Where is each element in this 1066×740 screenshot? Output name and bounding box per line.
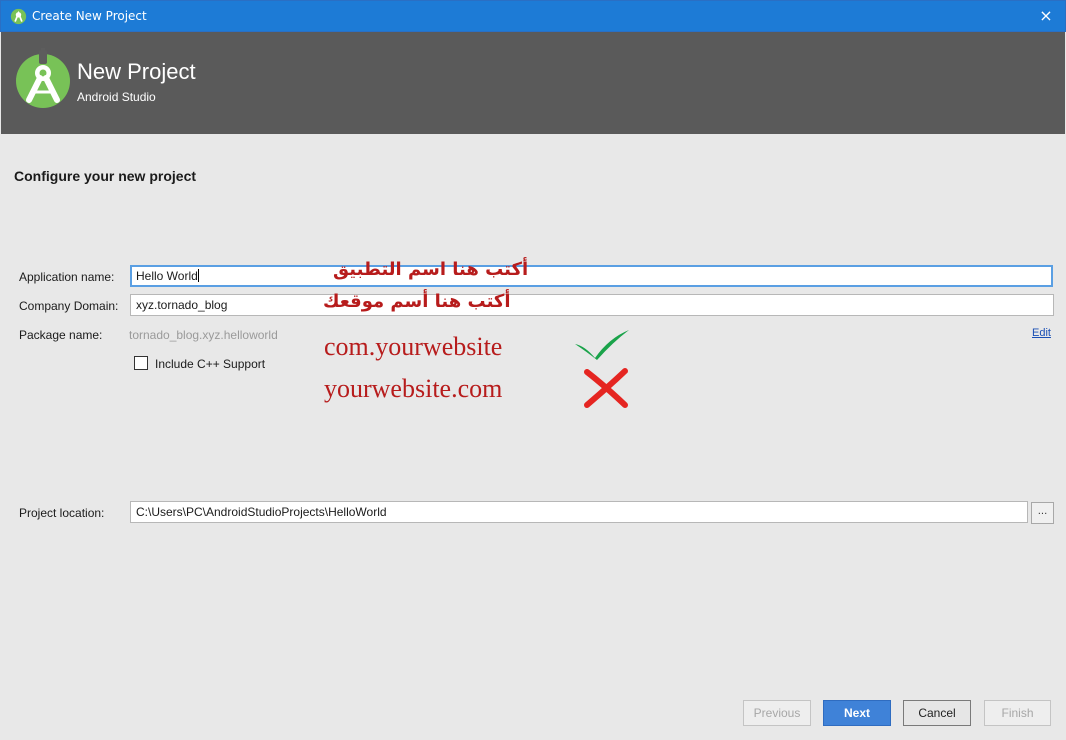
title-bar: Create New Project × (0, 0, 1066, 32)
project-location-value: C:\Users\PC\AndroidStudioProjects\HelloW… (136, 505, 387, 519)
close-icon[interactable]: × (1035, 5, 1057, 27)
cpp-support-checkbox[interactable] (134, 356, 148, 370)
company-domain-input[interactable]: xyz.tornado_blog (130, 294, 1054, 316)
project-location-input[interactable]: C:\Users\PC\AndroidStudioProjects\HelloW… (130, 501, 1028, 523)
browse-button[interactable]: ... (1031, 502, 1054, 524)
package-name-label: Package name: (19, 328, 103, 342)
cpp-support-label: Include C++ Support (155, 357, 266, 371)
check-mark-icon (575, 330, 629, 360)
cross-mark-icon (584, 368, 628, 408)
next-button[interactable]: Next (823, 700, 891, 726)
banner-title: New Project (77, 59, 196, 84)
previous-button[interactable]: Previous (743, 700, 811, 726)
application-name-value: Hello World (136, 269, 198, 283)
android-studio-logo (16, 48, 70, 108)
correct-example-text: com.yourwebsite (324, 332, 503, 361)
page-heading: Configure your new project (14, 168, 197, 184)
wrong-example-text: yourwebsite.com (324, 374, 503, 403)
edit-package-link[interactable]: Edit (1032, 327, 1051, 339)
app-name-annotation: أكتب هنا اسم التطبيق (333, 259, 529, 280)
company-domain-value: xyz.tornado_blog (136, 298, 228, 312)
window-title: Create New Project (32, 9, 147, 23)
finish-button[interactable]: Finish (984, 700, 1051, 726)
domain-annotation: أكتب هنا أسم موقعك (323, 291, 511, 312)
application-name-input[interactable]: Hello World (130, 265, 1053, 287)
text-caret (197, 269, 199, 282)
project-location-label: Project location: (19, 506, 105, 520)
banner-subtitle: Android Studio (77, 90, 156, 104)
cancel-button[interactable]: Cancel (903, 700, 971, 726)
header-banner: New Project Android Studio (1, 32, 1065, 134)
android-studio-icon (10, 8, 27, 25)
package-name-value: tornado_blog.xyz.helloworld (129, 328, 278, 342)
application-name-label: Application name: (19, 270, 115, 284)
company-domain-label: Company Domain: (19, 299, 119, 313)
